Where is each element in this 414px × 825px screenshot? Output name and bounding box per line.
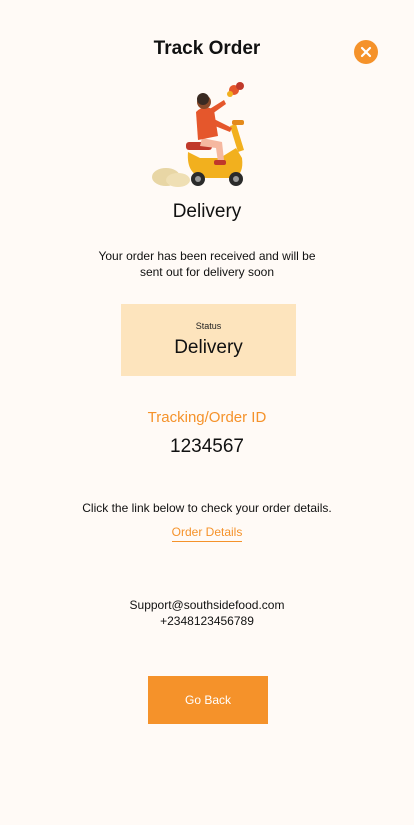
tracking-id: 1234567: [170, 436, 244, 457]
page-title: Track Order: [153, 38, 261, 59]
status-message: Your order has been received and will be…: [98, 249, 316, 279]
support-contact: Support@southsidefood.com +2348123456789: [0, 597, 414, 629]
close-icon: [360, 46, 372, 58]
tracking-label: Tracking/Order ID: [147, 409, 267, 426]
support-email: Support@southsidefood.com: [129, 598, 285, 612]
go-back-button[interactable]: Go Back: [148, 676, 268, 724]
delivery-scooter-illustration: [152, 82, 244, 187]
support-phone: +2348123456789: [160, 614, 254, 628]
status-label: Status: [195, 321, 222, 331]
status-box: Status Delivery: [121, 304, 296, 376]
delivery-heading: Delivery: [172, 201, 242, 222]
close-button[interactable]: [354, 40, 378, 64]
status-value: Delivery: [174, 337, 243, 358]
order-details-link-row: Order Details: [0, 525, 414, 542]
details-instruction: Click the link below to check your order…: [82, 501, 332, 515]
order-details-link[interactable]: Order Details: [171, 525, 243, 542]
